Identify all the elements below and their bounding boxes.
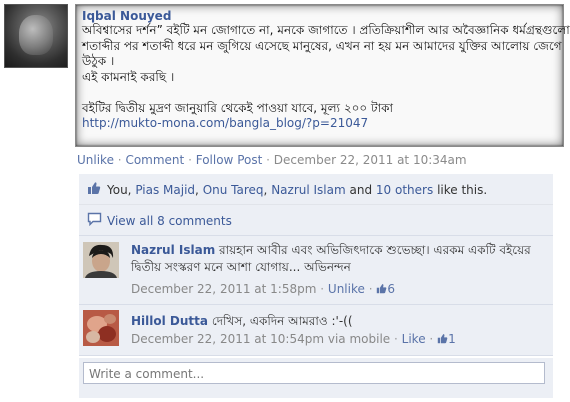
comma: , xyxy=(195,183,199,197)
post-link[interactable]: http://mukto-mona.com/bangla_blog/?p=210… xyxy=(82,116,557,130)
post-content: Iqbal Nouyed অবিশ্বাসের দর্শন” বইটি মন জ… xyxy=(75,4,570,147)
likes-and: and xyxy=(349,183,373,197)
commenter-avatar[interactable] xyxy=(83,242,119,278)
poster-avatar[interactable] xyxy=(4,4,68,68)
post-timestamp[interactable]: December 22, 2011 at 10:34am xyxy=(274,153,467,167)
separator: · xyxy=(429,332,434,346)
comment-unlike-link[interactable]: Unlike xyxy=(328,282,365,296)
comment-like-link[interactable]: Like xyxy=(402,332,426,346)
post-line xyxy=(82,85,557,101)
write-comment-input[interactable]: Write a comment... xyxy=(83,362,545,384)
comment-text: Hillol Dutta দেখিস, একদিন আমরাও :'-(( xyxy=(131,313,353,330)
write-comment-row: Write a comment... xyxy=(79,358,553,398)
post-line: শতাব্দীর পর শতাব্দী ধরে মন জুগিয়ে এসেছে… xyxy=(82,38,562,53)
post-line: বইটির দ্বিতীয় মুদ্রণ জানুয়ারি থেকেই পা… xyxy=(82,100,393,115)
comment-item: Hillol Dutta দেখিস, একদিন আমরাও :'-(( De… xyxy=(79,305,553,356)
comment-item: Nazrul Islam রায়হান আবীর এবং অভিজিৎদাকে… xyxy=(79,236,553,305)
follow-post-link[interactable]: Follow Post xyxy=(196,153,263,167)
comment-body: দ্বিতীয় সংস্করণ মনে আশা যোগায়... অভিনন… xyxy=(131,260,351,274)
comment-time[interactable]: December 22, 2011 at 1:58pm xyxy=(131,282,316,296)
commenter-name[interactable]: Hillol Dutta xyxy=(131,314,208,328)
comma: , xyxy=(263,183,268,197)
separator: · xyxy=(188,153,192,167)
commenter-name[interactable]: Nazrul Islam xyxy=(131,243,215,257)
thumbs-up-icon xyxy=(377,284,387,294)
comment-time[interactable]: December 22, 2011 at 10:54pm via mobile xyxy=(131,332,390,346)
post-line: অবিশ্বাসের দর্শন” বইটি মন জোগাতে না, মনক… xyxy=(82,23,570,37)
comment-meta: December 22, 2011 at 10:54pm via mobile … xyxy=(131,332,456,346)
thumbs-up-icon xyxy=(88,182,101,194)
view-all-comments-row[interactable]: View all 8 comments xyxy=(79,205,553,236)
post-line: এই কামনাই করছি । xyxy=(82,69,175,84)
comment-link[interactable]: Comment xyxy=(125,153,184,167)
view-all-comments-link[interactable]: View all 8 comments xyxy=(107,214,232,228)
comment-body: রায়হান আবীর এবং অভিজিৎদাকে শুভেচ্ছা। এর… xyxy=(219,243,531,257)
comment-body: দেখিস, একদিন আমরাও :'-(( xyxy=(211,314,353,328)
comment-bubble-icon xyxy=(87,212,102,226)
likes-prefix: You, xyxy=(107,183,132,197)
liker-link[interactable]: Onu Tareq xyxy=(203,183,264,197)
post-line: উঠুক । xyxy=(82,54,115,68)
liker-link[interactable]: Nazrul Islam xyxy=(271,183,345,197)
likes-suffix: like this. xyxy=(437,183,488,197)
unlike-post-link[interactable]: Unlike xyxy=(77,153,114,167)
others-link[interactable]: 10 others xyxy=(376,183,433,197)
avatar-face xyxy=(19,15,53,55)
post-author[interactable]: Iqbal Nouyed xyxy=(82,9,557,23)
separator: · xyxy=(266,153,270,167)
like-count-value: 6 xyxy=(387,282,395,296)
thumbs-up-icon xyxy=(437,334,448,344)
liker-link[interactable]: Pias Majid xyxy=(135,183,195,197)
comment-text: Nazrul Islam রায়হান আবীর এবং অভিজিৎদাকে… xyxy=(131,242,531,259)
post-action-bar: Unlike · Comment · Follow Post · Decembe… xyxy=(77,153,467,167)
separator: · xyxy=(368,282,373,296)
likes-summary: You, Pias Majid, Onu Tareq, Nazrul Islam… xyxy=(79,174,553,205)
commenter-avatar[interactable] xyxy=(83,310,119,346)
separator: · xyxy=(117,153,122,167)
likes-text: You, Pias Majid, Onu Tareq, Nazrul Islam… xyxy=(107,183,487,197)
separator: · xyxy=(394,332,398,346)
comment-like-count[interactable]: 6 xyxy=(376,282,395,296)
comment-meta: December 22, 2011 at 1:58pm · Unlike · 6 xyxy=(131,282,395,296)
comment-like-count[interactable]: 1 xyxy=(437,332,456,346)
separator: · xyxy=(320,282,325,296)
like-count-value: 1 xyxy=(448,332,456,346)
